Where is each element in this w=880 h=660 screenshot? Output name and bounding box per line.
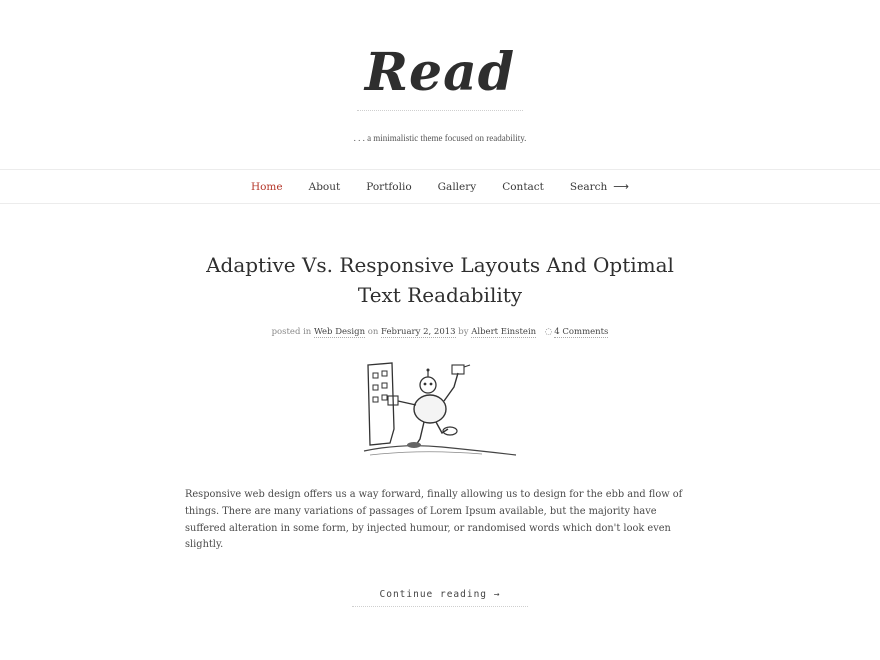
nav-search[interactable]: Search ⟶ bbox=[570, 180, 629, 193]
meta-by-label: by bbox=[458, 327, 469, 338]
post-excerpt: Responsive web design offers us a way fo… bbox=[185, 489, 683, 551]
meta-comments-link[interactable]: 4 Comments bbox=[554, 327, 609, 339]
meta-category-link[interactable]: Web Design bbox=[313, 327, 366, 339]
nav-item-contact[interactable]: Contact bbox=[502, 181, 544, 193]
meta-posted-in-label: posted in bbox=[271, 327, 312, 338]
nav-item-gallery[interactable]: Gallery bbox=[438, 181, 477, 193]
site-logo[interactable]: Read bbox=[356, 42, 524, 112]
post: Adaptive Vs. Responsive Layouts And Opti… bbox=[185, 250, 695, 607]
site-tagline: . . . a minimalistic theme focused on re… bbox=[353, 133, 527, 144]
continue-wrap: Continue reading → bbox=[185, 582, 695, 607]
post-meta: posted in Web Design on February 2, 2013… bbox=[185, 327, 695, 339]
robot-sketch-image bbox=[363, 362, 517, 456]
comment-icon: ◌ bbox=[544, 327, 553, 338]
nav-item-home[interactable]: Home bbox=[251, 181, 283, 193]
search-label: Search bbox=[569, 180, 608, 193]
meta-date-link[interactable]: February 2, 2013 bbox=[381, 327, 456, 339]
meta-on-label: on bbox=[367, 327, 379, 338]
nav-item-portfolio[interactable]: Portfolio bbox=[366, 181, 411, 193]
meta-author-link[interactable]: Albert Einstein bbox=[471, 327, 537, 339]
continue-reading-link[interactable]: Continue reading → bbox=[351, 589, 529, 607]
post-title[interactable]: Adaptive Vs. Responsive Layouts And Opti… bbox=[185, 250, 695, 310]
post-image[interactable] bbox=[185, 359, 695, 459]
nav-item-about[interactable]: About bbox=[309, 181, 341, 193]
arrow-right-icon: ⟶ bbox=[613, 180, 630, 194]
main-nav: Home About Portfolio Gallery Contact Sea… bbox=[0, 169, 880, 205]
site-header: Read . . . a minimalistic theme focused … bbox=[0, 0, 880, 143]
